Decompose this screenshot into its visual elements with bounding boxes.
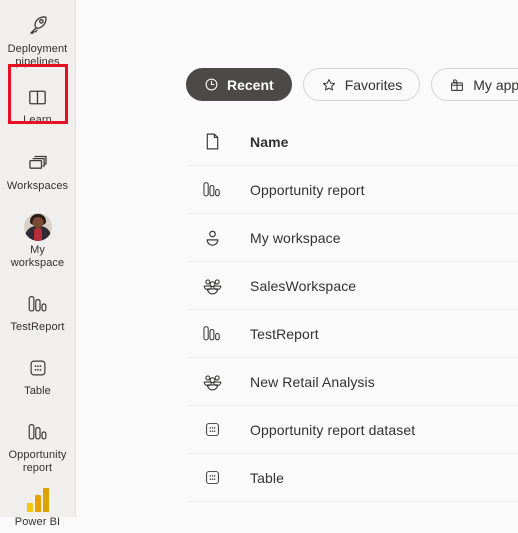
report-icon bbox=[188, 324, 236, 343]
main-content: Recent Favorites My app Name Opportunity… bbox=[76, 0, 518, 517]
workspaces-icon bbox=[23, 148, 53, 178]
group-icon bbox=[188, 372, 236, 391]
dataset-icon bbox=[188, 420, 236, 439]
sidebar-item-opportunity-report[interactable]: Opportunity report bbox=[4, 412, 72, 479]
sidebar-item-testreport[interactable]: TestReport bbox=[4, 284, 72, 338]
book-icon bbox=[23, 82, 53, 112]
list-item[interactable]: My workspace bbox=[188, 214, 518, 262]
report-icon bbox=[23, 417, 53, 447]
avatar-icon bbox=[23, 212, 53, 242]
left-navigation-sidebar: Deployment pipelines Learn Workspaces My… bbox=[0, 0, 76, 528]
tab-label: My apps bbox=[473, 76, 518, 93]
list-item-label: Opportunity report bbox=[250, 181, 365, 198]
sidebar-item-workspaces[interactable]: Workspaces bbox=[4, 143, 72, 197]
list-item-label: Opportunity report dataset bbox=[250, 421, 416, 438]
sidebar-item-deployment-pipelines[interactable]: Deployment pipelines bbox=[4, 6, 72, 73]
sidebar-item-label: Deployment pipelines bbox=[7, 43, 68, 68]
sidebar-item-label: Learn bbox=[23, 114, 52, 126]
list-item[interactable]: Opportunity report bbox=[188, 166, 518, 214]
dataset-icon bbox=[23, 353, 53, 383]
filter-pill-bar: Recent Favorites My app bbox=[186, 68, 518, 101]
sidebar-item-table[interactable]: Table bbox=[4, 348, 72, 402]
tab-recent[interactable]: Recent bbox=[186, 68, 292, 101]
group-icon bbox=[188, 276, 236, 295]
sidebar-item-learn[interactable]: Learn bbox=[4, 77, 72, 131]
tab-my-apps[interactable]: My apps bbox=[431, 68, 518, 101]
content-list: Name Opportunity report My workspace Sal… bbox=[188, 118, 518, 517]
report-icon bbox=[23, 289, 53, 319]
clock-icon bbox=[204, 77, 219, 92]
avatar bbox=[23, 213, 52, 241]
sidebar-item-my-workspace[interactable]: My workspace bbox=[4, 207, 72, 274]
list-item-label: SalesWorkspace bbox=[250, 277, 357, 294]
list-item-label: New Retail Analysis bbox=[250, 373, 375, 390]
person-icon bbox=[188, 228, 236, 247]
dataset-icon bbox=[188, 468, 236, 487]
list-item-label: My workspace bbox=[250, 229, 341, 246]
star-icon bbox=[321, 77, 337, 93]
list-item[interactable]: SalesWorkspace bbox=[188, 262, 518, 310]
report-icon bbox=[188, 180, 236, 199]
sidebar-item-label: Opportunity report bbox=[8, 449, 67, 474]
sidebar-item-label: Workspaces bbox=[6, 180, 69, 192]
sidebar-item-label: Table bbox=[24, 385, 51, 397]
list-item[interactable]: TestReport bbox=[188, 310, 518, 358]
list-item[interactable]: Opportunity report dataset bbox=[188, 406, 518, 454]
column-header-name: Name bbox=[250, 133, 289, 150]
tab-label: Favorites bbox=[344, 76, 403, 93]
sidebar-item-label: TestReport bbox=[10, 321, 65, 333]
sidebar-item-power-bi[interactable]: Power BI bbox=[4, 479, 72, 533]
tab-favorites[interactable]: Favorites bbox=[302, 68, 421, 101]
list-item[interactable]: New Retail Analysis bbox=[188, 358, 518, 406]
rocket-icon bbox=[23, 11, 53, 41]
sidebar-item-label: My workspace bbox=[10, 244, 65, 269]
list-item-label: Table bbox=[250, 469, 284, 486]
list-item-label: TestReport bbox=[250, 325, 319, 342]
apps-icon bbox=[449, 77, 465, 93]
power-bi-app: Deployment pipelines Learn Workspaces My… bbox=[0, 0, 518, 528]
power-bi-logo-icon bbox=[23, 484, 53, 514]
list-header-row: Name bbox=[188, 118, 518, 166]
tab-label: Recent bbox=[227, 76, 274, 93]
list-item[interactable]: Table bbox=[188, 454, 518, 502]
file-icon bbox=[188, 132, 236, 151]
sidebar-item-label: Power BI bbox=[14, 516, 61, 528]
